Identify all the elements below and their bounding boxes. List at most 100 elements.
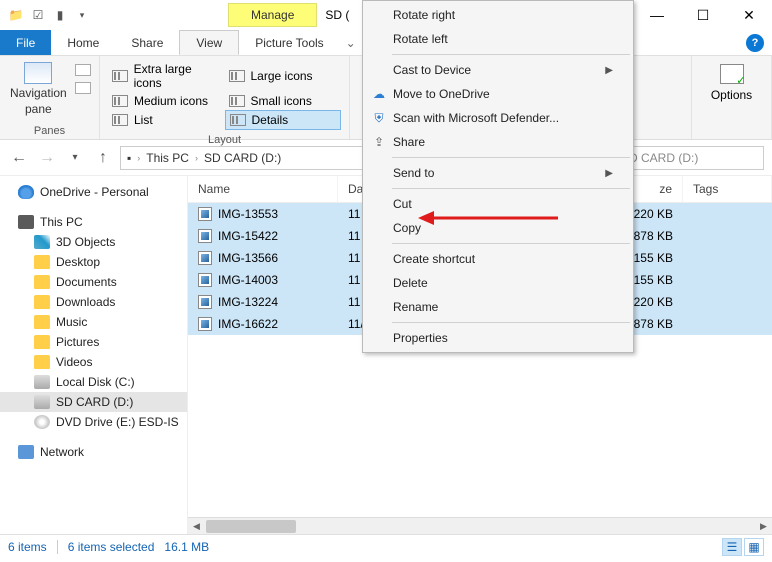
ctx-rotate-right[interactable]: Rotate right xyxy=(365,3,631,27)
minimize-button[interactable]: — xyxy=(634,0,680,30)
ctx-send-to[interactable]: Send to▶ xyxy=(365,161,631,185)
ribbon-group-layout-label: Layout xyxy=(106,132,343,146)
details-pane-button[interactable] xyxy=(75,82,91,94)
layout-item-list[interactable]: List xyxy=(108,110,225,130)
layout-item-medium-icons[interactable]: Medium icons xyxy=(108,92,225,110)
layout-icon xyxy=(112,70,128,82)
layout-item-large-icons[interactable]: Large icons xyxy=(225,60,342,92)
navigation-pane-button[interactable]: Navigation pane xyxy=(10,62,67,116)
ctx-rotate-left[interactable]: Rotate left xyxy=(365,27,631,51)
onedrive-icon: ☁ xyxy=(371,86,387,102)
ribbon-group-panes: Navigation pane Panes xyxy=(0,56,100,139)
status-selected-count: 6 items selected xyxy=(68,540,155,554)
forward-button[interactable]: → xyxy=(36,147,58,169)
options-icon[interactable] xyxy=(720,64,744,84)
close-button[interactable]: ✕ xyxy=(726,0,772,30)
recent-dropdown-icon[interactable]: ▾ xyxy=(64,147,86,169)
layout-item-extra-large-icons[interactable]: Extra large icons xyxy=(108,60,225,92)
ctx-cast-to-device[interactable]: Cast to Device▶ xyxy=(365,58,631,82)
share-tab[interactable]: Share xyxy=(115,30,179,55)
layout-item-details[interactable]: Details xyxy=(225,110,342,130)
ctx-create-shortcut[interactable]: Create shortcut xyxy=(365,247,631,271)
chevron-right-icon: ▶ xyxy=(605,65,613,76)
picture-tools-tab[interactable]: Picture Tools xyxy=(239,30,339,55)
tree-item-videos[interactable]: Videos xyxy=(0,352,187,372)
tree-item-downloads[interactable]: Downloads xyxy=(0,292,187,312)
tree-item-pictures[interactable]: Pictures xyxy=(0,332,187,352)
image-file-icon xyxy=(198,273,212,287)
tree-item-local-disk-c-[interactable]: Local Disk (C:) xyxy=(0,372,187,392)
scroll-left-icon[interactable]: ◀ xyxy=(188,518,205,535)
column-tags[interactable]: Tags xyxy=(683,176,772,202)
status-selection-size: 16.1 MB xyxy=(164,540,209,554)
scroll-right-icon[interactable]: ▶ xyxy=(755,518,772,535)
layout-icon xyxy=(230,114,246,126)
tree-item-desktop[interactable]: Desktop xyxy=(0,252,187,272)
scrollbar-thumb[interactable] xyxy=(206,520,296,533)
ribbon-group-panes-label: Panes xyxy=(6,123,93,137)
disk-icon xyxy=(34,395,50,409)
details-view-button[interactable]: ☰ xyxy=(722,538,742,556)
tree-network[interactable]: Network xyxy=(0,442,187,462)
file-tab[interactable]: File xyxy=(0,30,51,55)
ctx-share[interactable]: ⇪Share xyxy=(365,130,631,154)
tree-item-dvd-drive-e-esd-is[interactable]: DVD Drive (E:) ESD-IS xyxy=(0,412,187,432)
tree-item-documents[interactable]: Documents xyxy=(0,272,187,292)
ctx-scan-defender[interactable]: ⛨Scan with Microsoft Defender... xyxy=(365,106,631,130)
crumb-sd-card[interactable]: SD CARD (D:) xyxy=(204,151,281,165)
tree-item-3d-objects[interactable]: 3D Objects xyxy=(0,232,187,252)
layout-icon xyxy=(229,95,245,107)
ctx-rename[interactable]: Rename xyxy=(365,295,631,319)
crumb-separator-icon: › xyxy=(195,153,198,163)
folder-yellow-icon: ▮ xyxy=(52,7,68,23)
tree-item-music[interactable]: Music xyxy=(0,312,187,332)
ctx-copy[interactable]: Copy xyxy=(365,216,631,240)
horizontal-scrollbar[interactable]: ◀ ▶ xyxy=(188,517,772,534)
image-file-icon xyxy=(198,317,212,331)
window-title-extra: SD ( xyxy=(325,8,349,22)
status-bar: 6 items 6 items selected 16.1 MB ☰ ▦ xyxy=(0,534,772,558)
share-icon: ⇪ xyxy=(371,134,387,150)
layout-item-small-icons[interactable]: Small icons xyxy=(225,92,342,110)
cloud-icon xyxy=(18,185,34,199)
image-file-icon xyxy=(198,207,212,221)
ctx-move-to-onedrive[interactable]: ☁Move to OneDrive xyxy=(365,82,631,106)
image-file-icon xyxy=(198,229,212,243)
search-input[interactable]: SD CARD (D:) xyxy=(614,146,764,170)
back-button[interactable]: ← xyxy=(8,147,30,169)
maximize-button[interactable]: ☐ xyxy=(680,0,726,30)
ctx-properties[interactable]: Properties xyxy=(365,326,631,350)
thumbnails-view-button[interactable]: ▦ xyxy=(744,538,764,556)
checkbox-icon[interactable]: ☑ xyxy=(30,7,46,23)
folder-icon xyxy=(34,355,50,369)
view-tab[interactable]: View xyxy=(179,30,239,55)
ribbon-group-layout: Extra large iconsLarge iconsMedium icons… xyxy=(100,56,350,139)
ctx-delete[interactable]: Delete xyxy=(365,271,631,295)
qat-dropdown-icon[interactable]: ▾ xyxy=(74,7,90,23)
layout-icon xyxy=(229,70,245,82)
expand-ribbon-icon[interactable]: ⌄ xyxy=(340,36,362,50)
contextual-tab-manage[interactable]: Manage xyxy=(228,3,317,27)
ctx-cut[interactable]: Cut xyxy=(365,192,631,216)
options-button[interactable]: Options xyxy=(711,88,752,102)
tree-this-pc[interactable]: This PC xyxy=(0,212,187,232)
folder-icon xyxy=(34,315,50,329)
preview-pane-button[interactable] xyxy=(75,64,91,76)
folder-icon xyxy=(34,255,50,269)
folder-icon xyxy=(34,275,50,289)
shield-icon: ⛨ xyxy=(371,110,387,126)
help-icon[interactable]: ? xyxy=(746,34,764,52)
ribbon-group-options: Options xyxy=(692,56,772,139)
image-file-icon xyxy=(198,251,212,265)
tree-item-sd-card-d-[interactable]: SD CARD (D:) xyxy=(0,392,187,412)
column-name[interactable]: Name xyxy=(188,176,338,202)
layout-icon xyxy=(112,114,128,126)
address-bar[interactable]: ▪ › This PC › SD CARD (D:) xyxy=(120,146,390,170)
crumb-separator-icon: › xyxy=(137,153,140,163)
network-icon xyxy=(18,445,34,459)
home-tab[interactable]: Home xyxy=(51,30,115,55)
tree-onedrive[interactable]: OneDrive - Personal xyxy=(0,182,187,202)
up-button[interactable]: ↑ xyxy=(92,147,114,169)
crumb-this-pc[interactable]: This PC xyxy=(146,151,189,165)
drive-icon: ▪ xyxy=(127,151,131,165)
